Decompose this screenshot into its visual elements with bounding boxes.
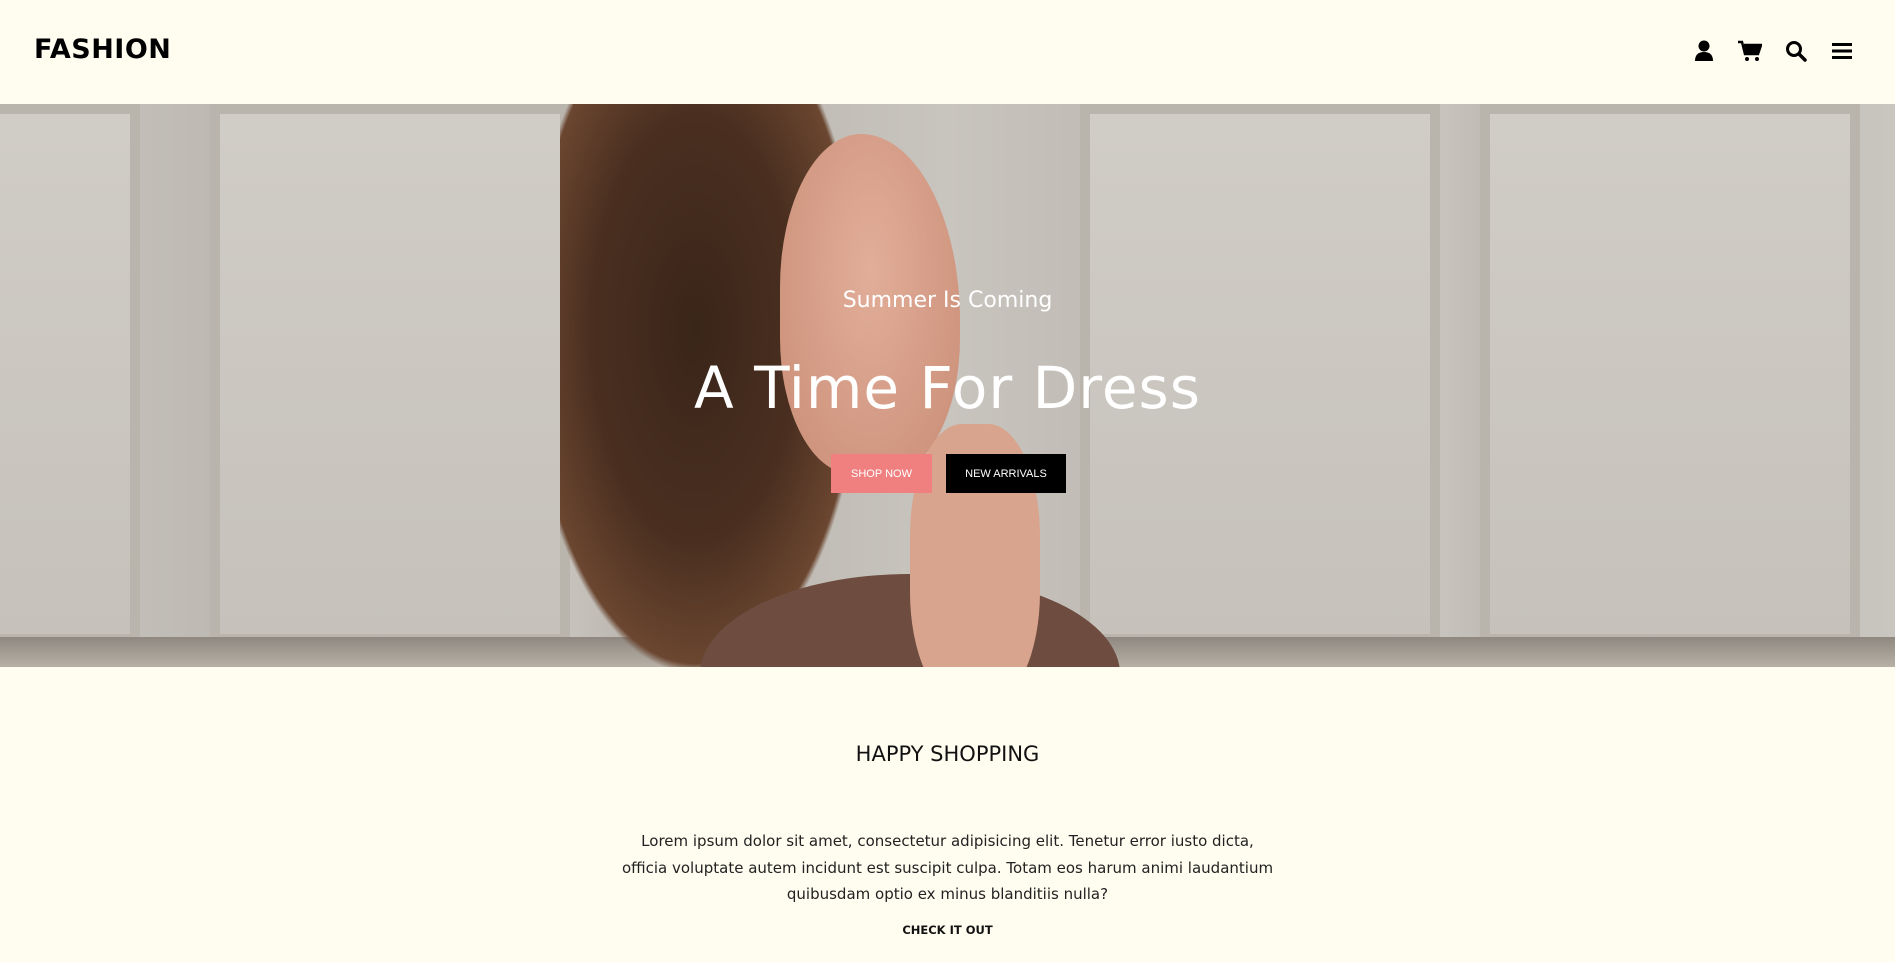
user-icon[interactable] <box>1691 38 1717 64</box>
new-arrivals-button[interactable]: NEW ARRIVALS <box>946 454 1066 493</box>
section-text: Lorem ipsum dolor sit amet, consectetur … <box>621 832 1274 903</box>
logo[interactable]: FASHION <box>34 34 171 65</box>
site-header: FASHION <box>0 0 1895 104</box>
check-it-out-link[interactable]: CHECK IT OUT <box>0 923 1895 937</box>
menu-icon[interactable] <box>1829 38 1855 64</box>
section-heading: HAPPY SHOPPING <box>855 742 1040 766</box>
cart-icon[interactable] <box>1737 38 1763 64</box>
hero-title: A Time For Dress <box>694 354 1201 422</box>
hero-banner: Summer Is Coming A Time For Dress SHOP N… <box>0 104 1895 667</box>
shop-now-button[interactable]: SHOP NOW <box>831 454 932 493</box>
search-icon[interactable] <box>1783 38 1809 64</box>
hero-subtitle: Summer Is Coming <box>842 288 1053 313</box>
